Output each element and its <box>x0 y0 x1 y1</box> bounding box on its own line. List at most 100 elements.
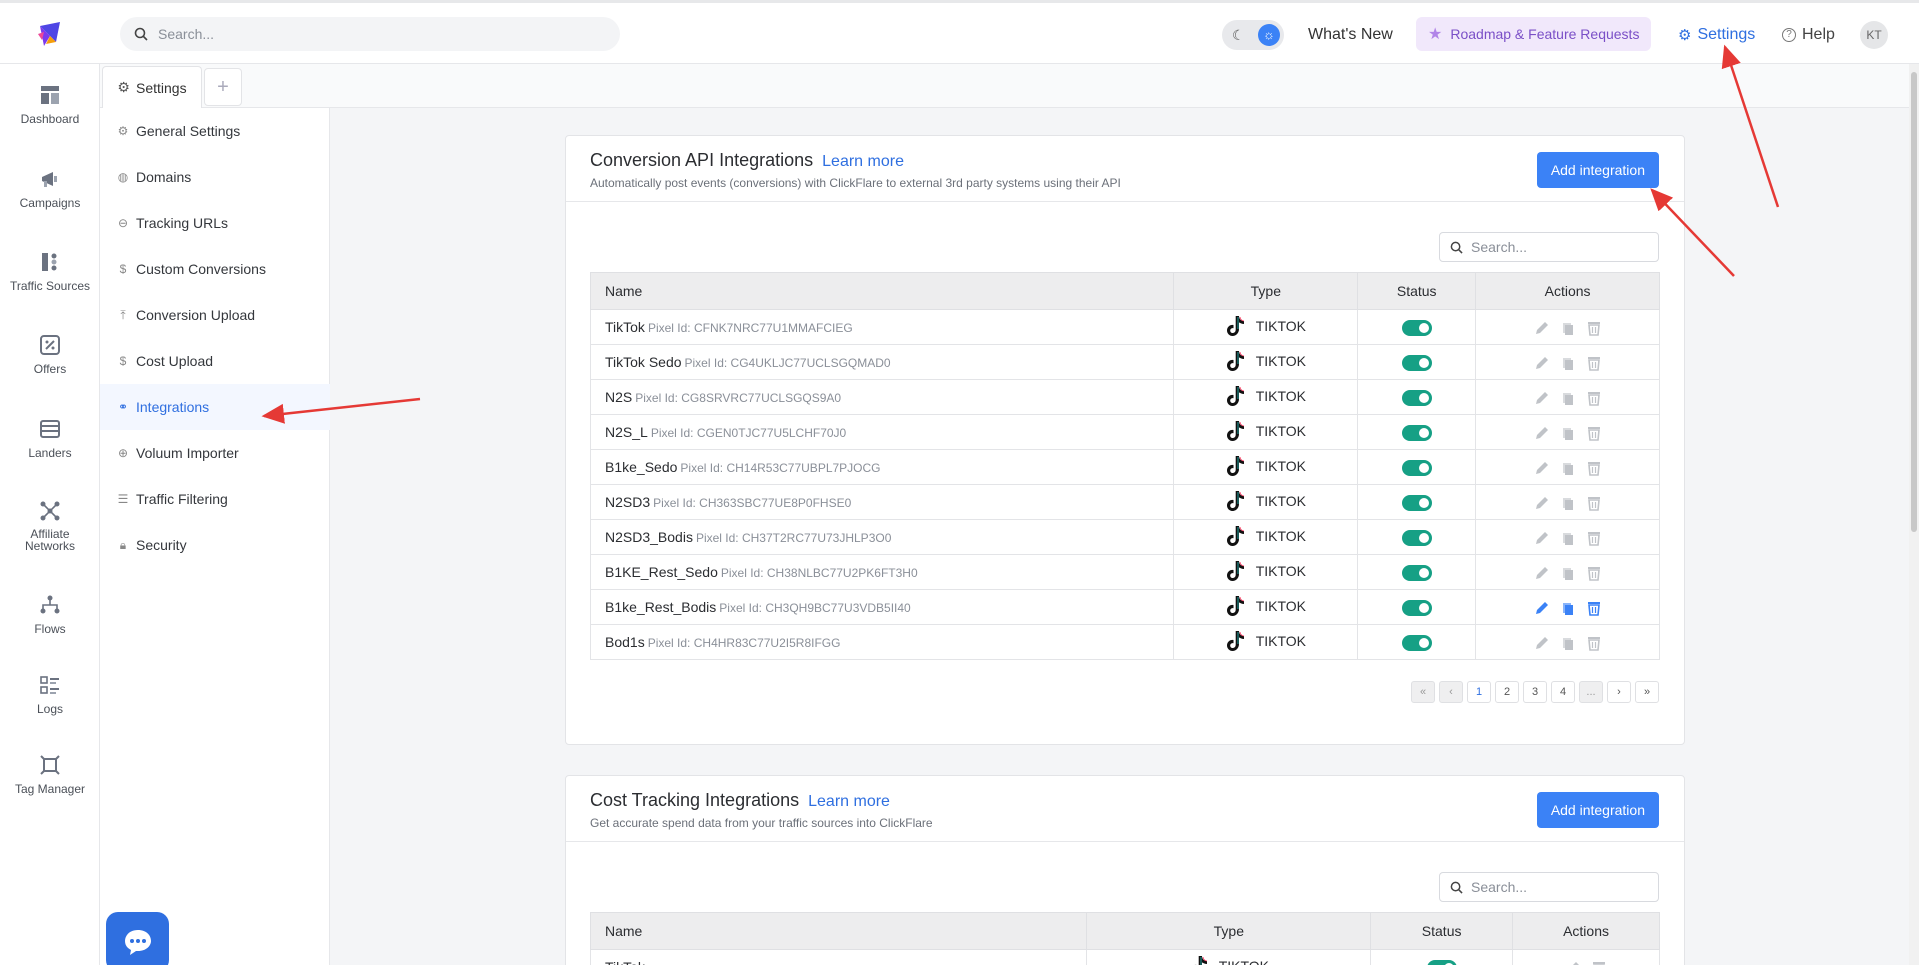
roadmap-button[interactable]: ★ Roadmap & Feature Requests <box>1416 17 1652 51</box>
menu-domains[interactable]: ◍ Domains <box>100 154 330 200</box>
table-row[interactable]: B1KE_Rest_Sedo Pixel Id: CH38NLBC77U2PK6F… <box>589 554 1660 590</box>
duplicate-icon[interactable] <box>1560 530 1576 546</box>
edit-icon[interactable] <box>1534 495 1550 511</box>
status-toggle[interactable] <box>1401 529 1432 546</box>
col-status[interactable]: Status <box>1357 272 1477 310</box>
table-search[interactable]: Search... <box>1439 232 1659 262</box>
duplicate-icon[interactable] <box>1560 495 1576 511</box>
menu-tracking-urls[interactable]: ⊖ Tracking URLs <box>100 200 330 246</box>
table-row[interactable]: TikTok Pixel Id: CFNK7NRC77U1MMAFCIEG TIKT… <box>589 309 1660 345</box>
global-search[interactable]: Search... <box>120 17 620 51</box>
table-row[interactable]: TikTok Sedo Pixel Id: CG4UKLJC77UCLSGQMAD… <box>589 344 1660 380</box>
search-input[interactable]: Search... <box>1471 239 1527 255</box>
theme-toggle[interactable]: ☾ ☼ <box>1222 20 1284 50</box>
search-input[interactable]: Search... <box>1471 879 1527 895</box>
delete-icon[interactable] <box>1586 425 1602 441</box>
page-button[interactable]: ... <box>1579 681 1603 703</box>
edit-icon[interactable] <box>1534 565 1550 581</box>
nav-traffic-sources[interactable]: Traffic Sources <box>0 251 100 293</box>
menu-integrations[interactable]: ⚭ Integrations <box>100 384 330 430</box>
delete-icon[interactable] <box>1586 600 1602 616</box>
menu-traffic-filtering[interactable]: ☰ Traffic Filtering <box>100 476 330 522</box>
status-toggle[interactable] <box>1401 459 1432 476</box>
delete-icon[interactable] <box>1586 355 1602 371</box>
col-type[interactable]: Type <box>1173 272 1359 310</box>
delete-icon[interactable] <box>1586 460 1602 476</box>
page-button[interactable]: › <box>1607 681 1631 703</box>
delete-icon[interactable] <box>1586 530 1602 546</box>
delete-icon[interactable] <box>1586 635 1602 651</box>
edit-icon[interactable] <box>1534 530 1550 546</box>
page-button[interactable]: « <box>1411 681 1435 703</box>
learn-more-link[interactable]: Learn more <box>808 793 890 810</box>
learn-more-link[interactable]: Learn more <box>822 153 904 170</box>
edit-icon[interactable] <box>1534 425 1550 441</box>
table-row[interactable]: N2S_L Pixel Id: CGEN0TJC77U5LCHF70J0 TIKTO… <box>589 414 1660 450</box>
settings-link[interactable]: ⚙ Settings <box>1678 26 1755 44</box>
table-row[interactable]: N2SD3 Pixel Id: CH363SBC77UE8P0FHSE0 TIKTO… <box>589 484 1660 520</box>
tab-settings[interactable]: ⚙ Settings <box>102 66 202 108</box>
col-status[interactable]: Status <box>1370 912 1514 950</box>
nav-logs[interactable]: Logs <box>0 674 100 716</box>
delete-icon[interactable] <box>1586 495 1602 511</box>
table-row[interactable]: N2S Pixel Id: CG8SRVRC77UCLSGQS9A0 TIKTOK <box>589 379 1660 415</box>
edit-icon[interactable] <box>1534 320 1550 336</box>
duplicate-icon[interactable] <box>1560 635 1576 651</box>
page-button[interactable]: 4 <box>1551 681 1575 703</box>
edit-icon[interactable] <box>1534 355 1550 371</box>
table-row[interactable]: B1ke_Rest_Bodis Pixel Id: CH3QH9BC77U3VDB… <box>589 589 1660 625</box>
status-toggle[interactable] <box>1426 959 1457 965</box>
menu-general-settings[interactable]: ⚙ General Settings <box>100 108 330 154</box>
table-row[interactable]: Bod1s Pixel Id: CH4HR83C77U2I5R8IFGG TIKTO… <box>589 624 1660 660</box>
nav-campaigns[interactable]: Campaigns <box>0 168 100 210</box>
help-link[interactable]: ? Help <box>1782 26 1835 44</box>
duplicate-icon[interactable] <box>1560 460 1576 476</box>
search-input[interactable]: Search... <box>158 26 214 42</box>
page-button[interactable]: 3 <box>1523 681 1547 703</box>
duplicate-icon[interactable] <box>1560 390 1576 406</box>
add-integration-button[interactable]: Add integration <box>1536 152 1659 188</box>
menu-conversion-upload[interactable]: ⤒ Conversion Upload <box>100 292 330 338</box>
status-toggle[interactable] <box>1401 599 1432 616</box>
table-row[interactable]: B1ke_Sedo Pixel Id: CH14R53C77UBPL7PJOCG T… <box>589 449 1660 485</box>
nav-flows[interactable]: Flows <box>0 594 100 636</box>
nav-tag-manager[interactable]: Tag Manager <box>0 754 100 796</box>
status-toggle[interactable] <box>1401 354 1432 371</box>
delete-icon[interactable] <box>1591 960 1607 965</box>
page-button[interactable]: » <box>1635 681 1659 703</box>
whats-new-link[interactable]: What's New <box>1308 26 1393 44</box>
page-scrollbar[interactable] <box>1909 64 1919 965</box>
nav-affiliate-networks[interactable]: Affiliate Networks <box>0 500 100 552</box>
col-name[interactable]: Name <box>589 272 1175 310</box>
duplicate-icon[interactable] <box>1560 425 1576 441</box>
status-toggle[interactable] <box>1401 564 1432 581</box>
menu-custom-conversions[interactable]: $ Custom Conversions <box>100 246 330 292</box>
menu-cost-upload[interactable]: $ Cost Upload <box>100 338 330 384</box>
add-tab-button[interactable]: + <box>204 68 242 106</box>
status-toggle[interactable] <box>1401 494 1432 511</box>
duplicate-icon[interactable] <box>1560 600 1576 616</box>
edit-icon[interactable] <box>1534 390 1550 406</box>
page-button[interactable]: 2 <box>1495 681 1519 703</box>
status-toggle[interactable] <box>1401 389 1432 406</box>
edit-icon[interactable] <box>1534 635 1550 651</box>
chat-button[interactable] <box>106 912 169 965</box>
page-button[interactable]: 1 <box>1467 681 1491 703</box>
delete-icon[interactable] <box>1586 565 1602 581</box>
menu-security[interactable]: 🔒︎ Security <box>100 522 330 568</box>
delete-icon[interactable] <box>1586 390 1602 406</box>
duplicate-icon[interactable] <box>1560 320 1576 336</box>
col-type[interactable]: Type <box>1086 912 1372 950</box>
add-integration-button[interactable]: Add integration <box>1536 792 1659 828</box>
status-toggle[interactable] <box>1401 424 1432 441</box>
col-name[interactable]: Name <box>589 912 1088 950</box>
table-row[interactable]: TikTok TIKTOK <box>589 949 1660 965</box>
nav-landers[interactable]: Landers <box>0 418 100 460</box>
edit-icon[interactable] <box>1534 460 1550 476</box>
edit-icon[interactable] <box>1534 600 1550 616</box>
clickflare-logo[interactable] <box>36 20 64 48</box>
nav-dashboard[interactable]: Dashboard <box>0 84 100 126</box>
status-toggle[interactable] <box>1401 319 1432 336</box>
avatar[interactable]: KT <box>1860 21 1888 49</box>
nav-offers[interactable]: Offers <box>0 334 100 376</box>
